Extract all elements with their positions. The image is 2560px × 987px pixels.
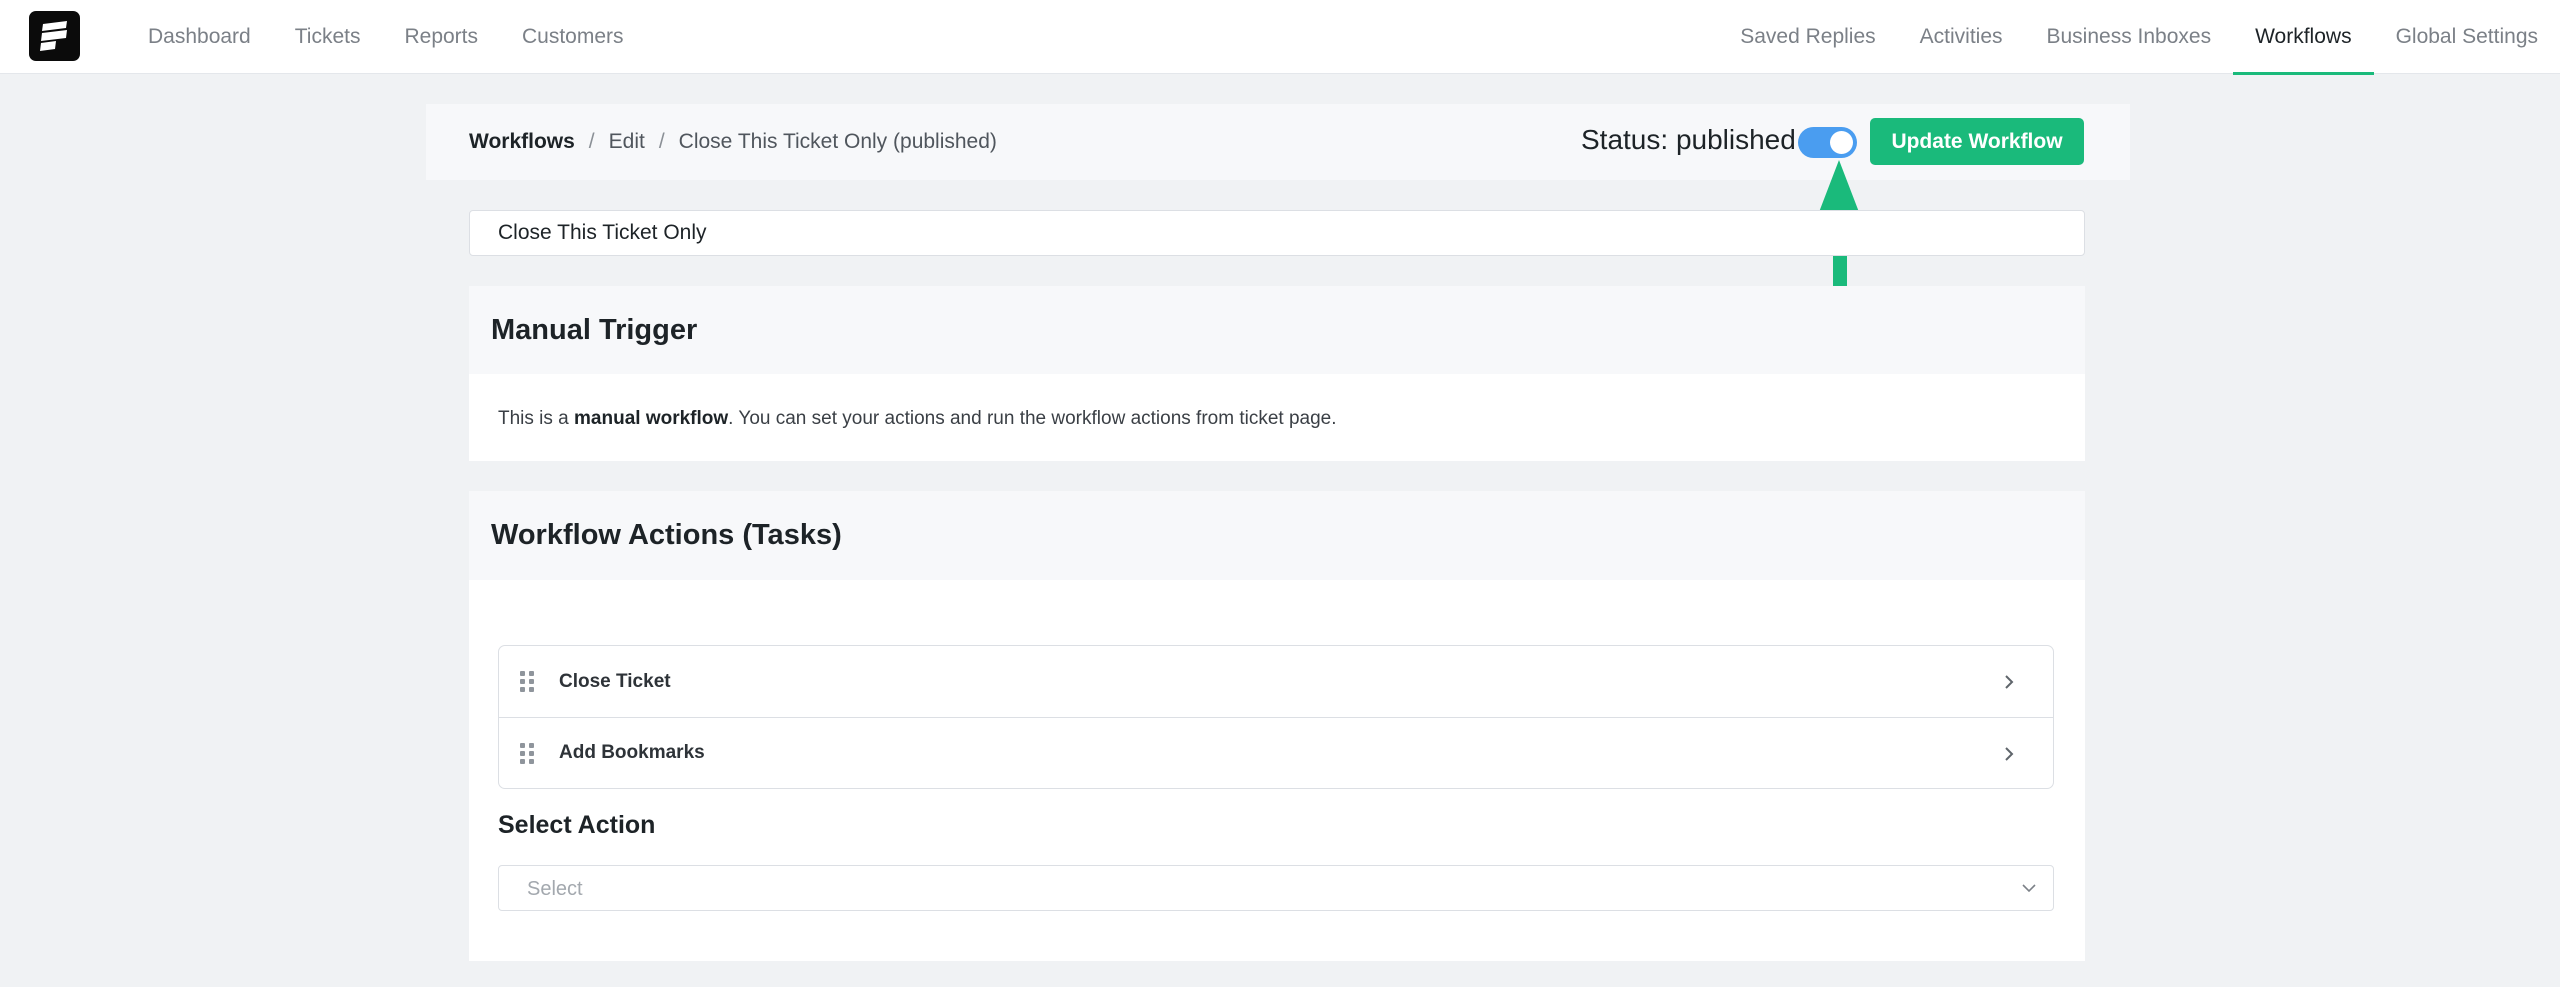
drag-handle-icon[interactable] (520, 671, 536, 693)
nav-item-dashboard[interactable]: Dashboard (126, 0, 273, 74)
task-label: Add Bookmarks (559, 742, 705, 763)
task-label: Close Ticket (559, 670, 671, 692)
breadcrumb-workflows-link[interactable]: Workflows (469, 130, 575, 154)
nav-item-reports[interactable]: Reports (382, 0, 500, 74)
workflow-actions-heading: Workflow Actions (Tasks) (469, 491, 2085, 580)
page-header: Workflows / Edit / Close This Ticket Onl… (426, 104, 2130, 180)
trigger-text-bold: manual workflow (574, 408, 729, 429)
chevron-down-icon (2022, 884, 2036, 893)
nav-item-workflows[interactable]: Workflows (2233, 0, 2375, 75)
top-navigation: Dashboard Tickets Reports Customers Save… (0, 0, 2560, 75)
manual-trigger-heading: Manual Trigger (469, 286, 2085, 374)
chevron-right-icon[interactable] (2003, 674, 2015, 690)
breadcrumb-current: Close This Ticket Only (published) (678, 130, 997, 153)
status-label: Status: published (1581, 124, 1796, 155)
task-row[interactable]: Add Bookmarks (499, 717, 2053, 788)
nav-left: Dashboard Tickets Reports Customers (126, 0, 646, 74)
chevron-right-icon[interactable] (2003, 746, 2015, 762)
nav-right: Saved Replies Activities Business Inboxe… (1718, 0, 2560, 75)
workflow-actions-card: Workflow Actions (Tasks) Close Ticket Ad… (469, 491, 2085, 961)
breadcrumb-edit: Edit (608, 130, 645, 153)
select-action-label: Select Action (498, 811, 656, 839)
manual-trigger-description: This is a manual workflow. You can set y… (498, 408, 1337, 430)
breadcrumb-separator: / (658, 130, 665, 153)
breadcrumb-separator: / (588, 130, 595, 153)
nav-item-tickets[interactable]: Tickets (273, 0, 383, 74)
update-workflow-button[interactable]: Update Workflow (1870, 118, 2084, 165)
nav-item-activities[interactable]: Activities (1898, 0, 2025, 74)
nav-item-global-settings[interactable]: Global Settings (2374, 0, 2560, 74)
breadcrumb: Workflows / Edit / Close This Ticket Onl… (469, 104, 997, 180)
brand-logo-icon[interactable] (29, 11, 80, 61)
select-placeholder: Select (527, 878, 583, 900)
nav-item-saved-replies[interactable]: Saved Replies (1718, 0, 1897, 74)
select-action-dropdown[interactable]: Select (498, 865, 2054, 911)
drag-handle-icon[interactable] (520, 743, 536, 765)
manual-trigger-card: Manual Trigger This is a manual workflow… (469, 286, 2085, 461)
nav-item-business-inboxes[interactable]: Business Inboxes (2025, 0, 2234, 74)
trigger-text-prefix: This is a (498, 408, 575, 429)
status-toggle[interactable] (1798, 127, 1857, 158)
nav-item-customers[interactable]: Customers (500, 0, 646, 74)
toggle-knob (1830, 131, 1853, 154)
workflow-title-input[interactable] (469, 210, 2085, 256)
task-row[interactable]: Close Ticket (499, 646, 2053, 717)
task-list: Close Ticket Add Bookmarks (498, 645, 2054, 789)
trigger-text-suffix: . You can set your actions and run the w… (728, 408, 1337, 429)
